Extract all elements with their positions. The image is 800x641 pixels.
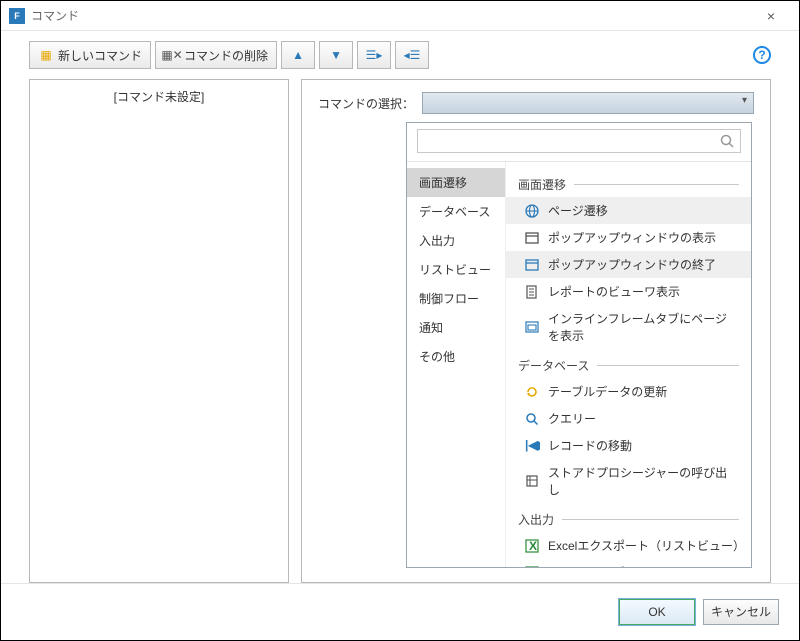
command-item[interactable]: テーブルデータの更新 bbox=[506, 378, 751, 405]
command-item[interactable]: X Excelエクスポート（ページ） bbox=[506, 559, 751, 567]
dialog-footer: OK キャンセル bbox=[1, 583, 799, 639]
command-item-label: テーブルデータの更新 bbox=[548, 383, 667, 400]
window-title: コマンド bbox=[31, 7, 751, 24]
dropdown-body: 画面遷移データベース入出力リストビュー制御フロー通知その他 画面遷移ページ遷移ポ… bbox=[407, 161, 751, 567]
command-item-label: ページ遷移 bbox=[548, 202, 608, 219]
svg-text:X: X bbox=[529, 539, 537, 553]
command-item-list[interactable]: 画面遷移ページ遷移ポップアップウィンドウの表示ポップアップウィンドウの終了レポー… bbox=[505, 162, 751, 567]
arrow-up-icon: ▲ bbox=[290, 47, 306, 63]
move-icon: |◀▶| bbox=[524, 438, 540, 454]
outdent-button[interactable]: ◂☰ bbox=[395, 41, 429, 69]
command-item-label: ポップアップウィンドウの終了 bbox=[548, 256, 716, 273]
command-item[interactable]: |◀▶| レコードの移動 bbox=[506, 432, 751, 459]
command-dropdown-panel: 画面遷移データベース入出力リストビュー制御フロー通知その他 画面遷移ページ遷移ポ… bbox=[406, 122, 752, 568]
excel-icon: X bbox=[524, 538, 540, 554]
category-item[interactable]: 画面遷移 bbox=[407, 168, 505, 197]
frame-icon bbox=[524, 319, 540, 335]
command-select-label: コマンドの選択： bbox=[318, 95, 414, 112]
command-item[interactable]: X Excelエクスポート（リストビュー） bbox=[506, 532, 751, 559]
move-down-button[interactable]: ▼ bbox=[319, 41, 353, 69]
delete-command-button[interactable]: ▦✕ コマンドの削除 bbox=[155, 41, 277, 69]
titlebar: F コマンド × bbox=[1, 1, 799, 31]
app-icon: F bbox=[9, 8, 25, 24]
new-command-button[interactable]: ▦ 新しいコマンド bbox=[29, 41, 151, 69]
category-item[interactable]: リストビュー bbox=[407, 255, 505, 284]
new-command-label: 新しいコマンド bbox=[58, 47, 142, 64]
command-item-label: ストアドプロシージャーの呼び出し bbox=[548, 464, 739, 498]
command-item[interactable]: ポップアップウィンドウの終了 bbox=[506, 251, 751, 278]
indent-button[interactable]: ☰▸ bbox=[357, 41, 391, 69]
command-select-row: コマンドの選択： bbox=[318, 92, 754, 114]
command-list-panel: [コマンド未設定] bbox=[29, 79, 289, 583]
report-icon bbox=[524, 284, 540, 300]
arrow-down-icon: ▼ bbox=[328, 47, 344, 63]
globe-icon bbox=[524, 203, 540, 219]
close-button[interactable]: × bbox=[751, 2, 791, 30]
group-header: データベース bbox=[506, 349, 751, 378]
category-item[interactable]: 制御フロー bbox=[407, 284, 505, 313]
command-select-dropdown[interactable] bbox=[422, 92, 754, 114]
move-up-button[interactable]: ▲ bbox=[281, 41, 315, 69]
category-item[interactable]: その他 bbox=[407, 342, 505, 371]
search-input[interactable] bbox=[417, 129, 741, 153]
delete-command-label: コマンドの削除 bbox=[184, 47, 268, 64]
svg-text:|◀▶|: |◀▶| bbox=[525, 438, 540, 452]
command-item[interactable]: ページ遷移 bbox=[506, 197, 751, 224]
proc-icon bbox=[524, 473, 540, 489]
category-item[interactable]: データベース bbox=[407, 197, 505, 226]
command-item-label: レコードの移動 bbox=[548, 437, 632, 454]
command-item-label: クエリー bbox=[548, 410, 596, 427]
category-item[interactable]: 入出力 bbox=[407, 226, 505, 255]
category-list: 画面遷移データベース入出力リストビュー制御フロー通知その他 bbox=[407, 162, 505, 567]
indent-right-icon: ☰▸ bbox=[366, 47, 382, 63]
indent-left-icon: ◂☰ bbox=[404, 47, 420, 63]
toolbar: ▦ 新しいコマンド ▦✕ コマンドの削除 ▲ ▼ ☰▸ ◂☰ ? bbox=[1, 31, 799, 79]
command-item[interactable]: インラインフレームタブにページを表示 bbox=[506, 305, 751, 349]
cancel-button[interactable]: キャンセル bbox=[703, 599, 779, 625]
svg-text:X: X bbox=[529, 566, 537, 568]
command-item-label: ポップアップウィンドウの表示 bbox=[548, 229, 716, 246]
group-header: 入出力 bbox=[506, 503, 751, 532]
category-item[interactable]: 通知 bbox=[407, 313, 505, 342]
search-icon bbox=[719, 133, 735, 152]
command-config-panel: コマンドの選択： 画面遷移データベース入出力リストビュー制御フロー通知その他 画… bbox=[301, 79, 771, 583]
command-item-label: Excelエクスポート（リストビュー） bbox=[548, 537, 739, 554]
window-icon bbox=[524, 257, 540, 273]
group-header: 画面遷移 bbox=[506, 168, 751, 197]
main-area: [コマンド未設定] コマンドの選択： 画面遷移データベース入出力リストビュー制御… bbox=[1, 79, 799, 583]
command-item[interactable]: クエリー bbox=[506, 405, 751, 432]
window-icon bbox=[524, 230, 540, 246]
new-icon: ▦ bbox=[38, 47, 54, 63]
search-icon bbox=[524, 411, 540, 427]
refresh-icon bbox=[524, 384, 540, 400]
unset-command-label[interactable]: [コマンド未設定] bbox=[42, 88, 276, 105]
command-item-label: Excelエクスポート（ページ） bbox=[548, 564, 709, 567]
excel-icon: X bbox=[524, 565, 540, 568]
ok-button[interactable]: OK bbox=[619, 599, 695, 625]
command-item[interactable]: ストアドプロシージャーの呼び出し bbox=[506, 459, 751, 503]
command-item[interactable]: レポートのビューワ表示 bbox=[506, 278, 751, 305]
command-item-label: インラインフレームタブにページを表示 bbox=[548, 310, 739, 344]
delete-icon: ▦✕ bbox=[164, 47, 180, 63]
help-button[interactable]: ? bbox=[753, 46, 771, 64]
command-item-label: レポートのビューワ表示 bbox=[548, 283, 680, 300]
command-item[interactable]: ポップアップウィンドウの表示 bbox=[506, 224, 751, 251]
